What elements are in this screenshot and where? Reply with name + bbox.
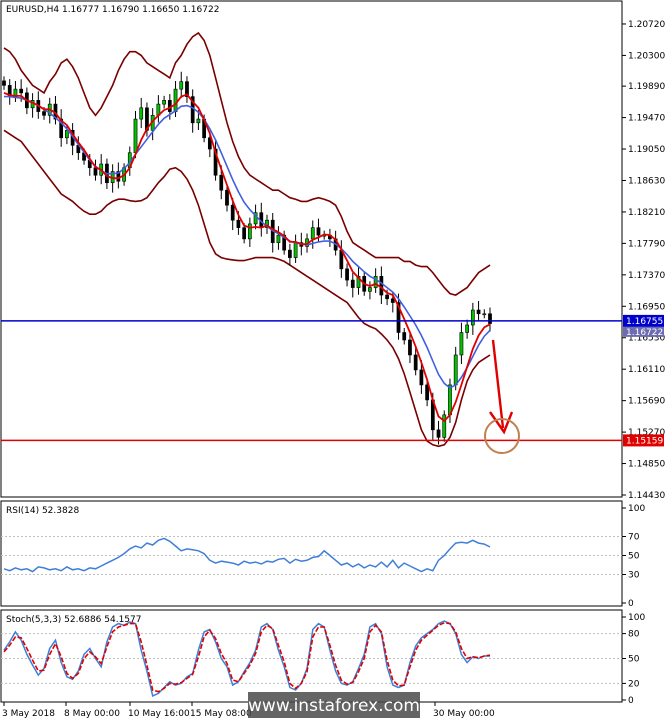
x-tick-label: 10 May 16:00 bbox=[128, 709, 190, 719]
price-tick-label: 1.20720 bbox=[628, 20, 665, 30]
x-tick-label: 15 May 08:00 bbox=[190, 709, 252, 719]
price-tick-label: 1.16110 bbox=[628, 365, 665, 375]
current-price-sub-label: 1.16722 bbox=[626, 328, 663, 338]
price-tick-label: 1.19470 bbox=[628, 114, 665, 124]
x-tick-label: 30 May 00:00 bbox=[433, 709, 495, 719]
price-tick-label: 1.19050 bbox=[628, 145, 665, 155]
rsi-tick-label: 30 bbox=[628, 571, 640, 581]
stoch-tick-label: 20 bbox=[628, 679, 640, 689]
price-tick-label: 1.19890 bbox=[628, 82, 665, 92]
chart-canvas: 1.20720 1.20300 1.19890 1.19470 1.19050 1.186… bbox=[0, 0, 665, 719]
price-tick-label: 1.14850 bbox=[628, 460, 665, 470]
price-y-axis: 1.20720 1.20300 1.19890 1.19470 1.19050 1.186… bbox=[622, 20, 665, 501]
price-tick-label: 1.17790 bbox=[628, 239, 665, 249]
stoch-tick-label: 100 bbox=[628, 613, 645, 623]
rsi-header: RSI(14) 52.3828 bbox=[6, 506, 79, 516]
stoch-tick-label: 80 bbox=[628, 630, 640, 640]
watermark-text: www.instaforex.com bbox=[248, 696, 420, 716]
rsi-tick-label: 50 bbox=[628, 552, 640, 562]
price-tick-label: 1.14430 bbox=[628, 491, 665, 501]
price-tick-label: 1.18210 bbox=[628, 208, 665, 218]
x-tick-label: 8 May 00:00 bbox=[64, 709, 120, 719]
rsi-panel: 100 70 50 30 0 RSI(14) 52.3828 bbox=[0, 500, 645, 609]
candle bbox=[442, 410, 447, 442]
rsi-tick-label: 100 bbox=[628, 504, 645, 514]
current-price-label: 1.16755 bbox=[626, 317, 663, 327]
x-tick-label: 3 May 2018 bbox=[2, 709, 55, 719]
price-panel: 1.20720 1.20300 1.19890 1.19470 1.19050 1.186… bbox=[0, 0, 665, 501]
watermark: www.instaforex.com bbox=[248, 692, 420, 718]
price-header: EURUSD,H4 1.16777 1.16790 1.16650 1.1672… bbox=[6, 5, 219, 15]
price-tick-label: 1.17370 bbox=[628, 271, 665, 281]
price-tick-label: 1.18630 bbox=[628, 176, 665, 186]
rsi-tick-label: 0 bbox=[628, 599, 634, 609]
stoch-panel: 100 80 50 20 0 Stoch(5,3,3) 52.6886 54.1577 bbox=[0, 609, 645, 706]
stoch-tick-label: 0 bbox=[628, 696, 634, 706]
stoch-header: Stoch(5,3,3) 52.6886 54.1577 bbox=[6, 615, 141, 625]
price-tick-label: 1.20300 bbox=[628, 51, 665, 61]
target-price-label: 1.15159 bbox=[626, 436, 663, 446]
rsi-tick-label: 70 bbox=[628, 533, 640, 543]
stoch-tick-label: 50 bbox=[628, 655, 640, 665]
price-tick-label: 1.15690 bbox=[628, 397, 665, 407]
price-tick-label: 1.16950 bbox=[628, 302, 665, 312]
